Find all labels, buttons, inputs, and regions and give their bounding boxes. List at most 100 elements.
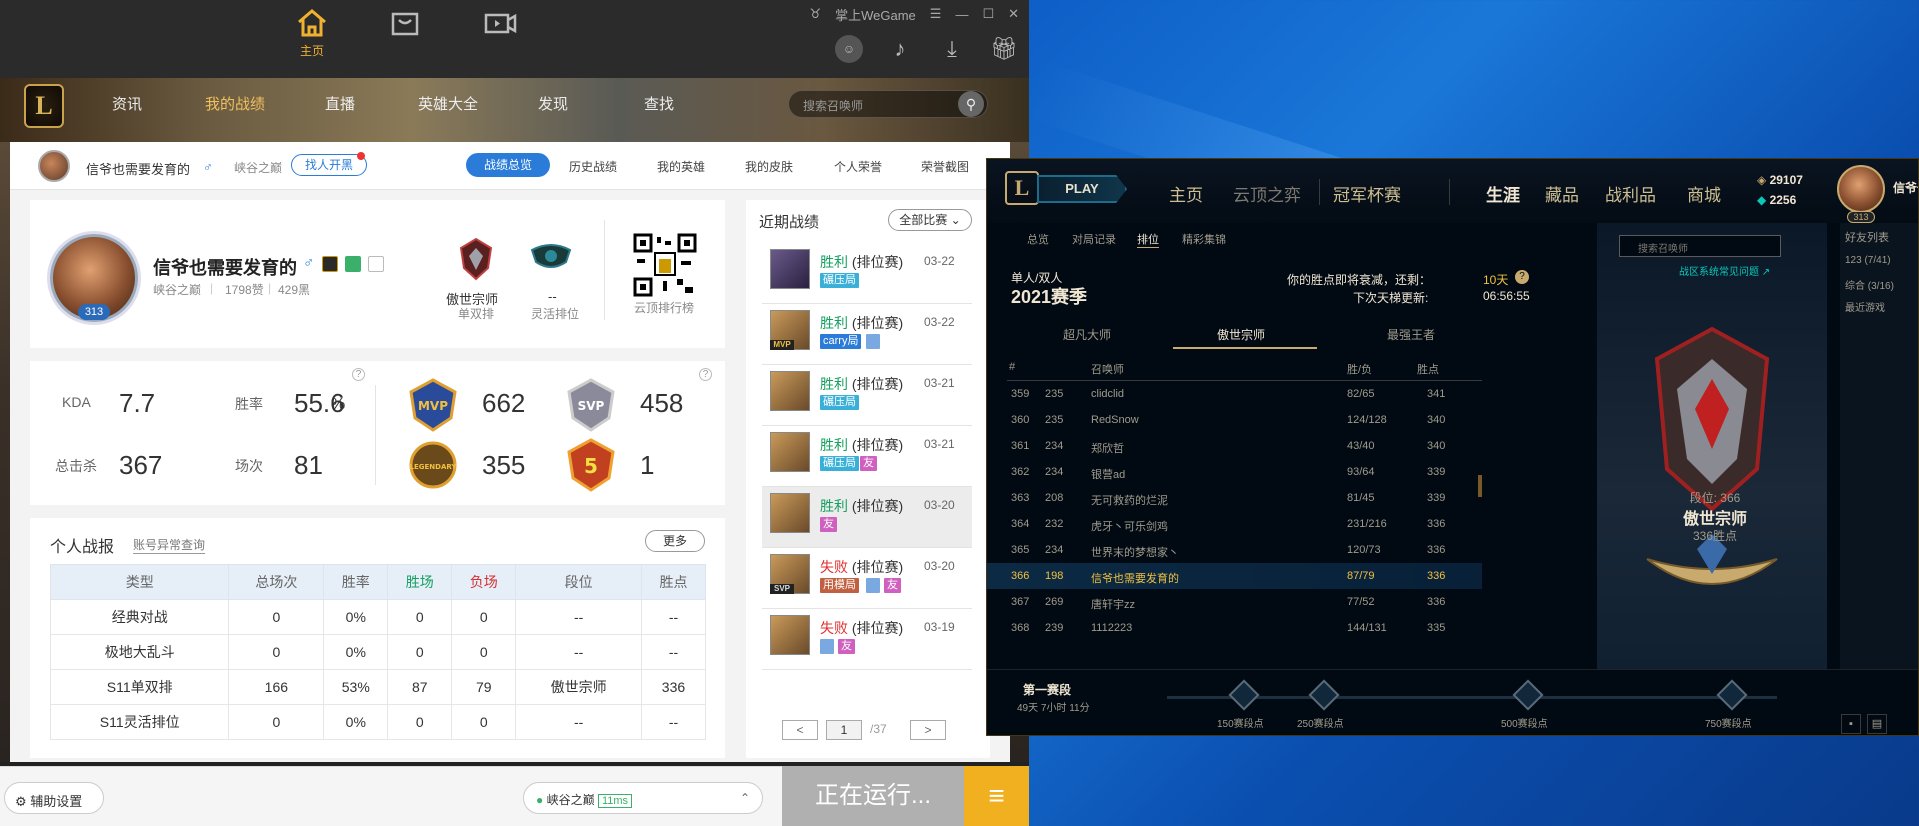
nav-tft[interactable]: 云顶之弈 [1233, 181, 1301, 206]
menu-icon[interactable]: ☰ [930, 6, 942, 22]
match-row[interactable]: 胜利 (排位赛) 03-20 友 [762, 487, 972, 548]
summoner-search-input[interactable]: 搜索召唤师 [1619, 235, 1781, 257]
chat-icon[interactable]: ▪ [1841, 714, 1861, 734]
col-lp: 胜点 [1417, 364, 1439, 376]
nav-live[interactable]: 直播 [325, 93, 355, 114]
table-row[interactable]: 360 235 RedSnow 124/128 340 [987, 407, 1482, 433]
table-row[interactable]: 363 208 无可救药的烂泥 81/45 339 [987, 485, 1482, 511]
table-row[interactable]: 364 232 虎牙丶可乐剑鸡 231/216 336 [987, 511, 1482, 537]
table-row-self[interactable]: 366 198 信爷也需要发育的 87/79 336 [987, 563, 1482, 589]
table-row[interactable]: 365 234 世界末的梦想家丶 120/73 336 [987, 537, 1482, 563]
play-button[interactable]: PLAY [1037, 175, 1127, 203]
friend-group[interactable]: 123 (7/41) [1845, 255, 1891, 266]
scrollbar[interactable] [1478, 475, 1482, 497]
tab-my-heroes[interactable]: 我的英雄 [657, 158, 705, 175]
more-button[interactable]: 更多 [645, 530, 705, 552]
tab-home[interactable]: 主页 [282, 8, 342, 59]
table-row[interactable]: 361 234 郑欣哲 43/40 340 [987, 433, 1482, 459]
missions-icon[interactable]: ▤ [1867, 714, 1887, 734]
assistant-icon[interactable]: ♪ [885, 34, 915, 64]
tab-my-skins[interactable]: 我的皮肤 [745, 158, 793, 175]
nav-worlds[interactable]: 冠军杯赛 [1333, 181, 1401, 206]
table-row[interactable]: 359 235 clidclid 82/65 341 [987, 381, 1482, 407]
nav-profile[interactable]: 生涯 [1486, 181, 1520, 206]
male-icon: ♂ [303, 254, 315, 271]
match-filter-dropdown[interactable]: 全部比赛 ⌄ [888, 209, 972, 231]
friend-group[interactable]: 最近游戏 [1845, 299, 1885, 314]
tab-overview[interactable]: 战绩总览 [466, 153, 550, 177]
tab-history[interactable]: 历史战绩 [569, 158, 617, 175]
tier-challenger[interactable]: 最强王者 [1387, 326, 1435, 343]
report-title: 个人战报 [50, 539, 115, 556]
nav-search[interactable]: 查找 [644, 93, 674, 114]
nav-heroes[interactable]: 英雄大全 [418, 93, 478, 114]
tab-ranked[interactable]: 排位 [1137, 231, 1159, 248]
maximize-icon[interactable]: ☐ [982, 6, 994, 22]
table-row[interactable]: 368 239 1112223 144/131 335 [987, 615, 1482, 641]
match-result-text: 胜利 [820, 498, 848, 514]
running-status: 正在运行... [782, 766, 964, 826]
download-icon[interactable]: ⤓ [937, 34, 967, 64]
nav-collection[interactable]: 藏品 [1545, 181, 1579, 206]
tab-honor-screens[interactable]: 荣誉截图 [921, 158, 969, 175]
close-icon[interactable]: ✕ [1008, 6, 1019, 22]
faq-link[interactable]: 战区系统常见问题 ↗ [1679, 263, 1770, 278]
segment-track [1167, 696, 1777, 699]
nav-news[interactable]: 资讯 [112, 93, 142, 114]
nav-my-record[interactable]: 我的战绩 [205, 93, 265, 114]
assist-settings-button[interactable]: ⚙ 辅助设置 [4, 782, 104, 814]
friend-group[interactable]: 综合 (3/16) [1845, 277, 1894, 292]
svp-count: 458 [640, 388, 684, 418]
help-icon[interactable]: ? [699, 368, 712, 381]
match-row[interactable]: 胜利 (排位赛) 03-21 碾压局 [762, 365, 972, 426]
table-row[interactable]: 362 234 银营ad 93/64 339 [987, 459, 1482, 485]
minimize-icon[interactable]: — [955, 7, 968, 22]
cell-lp: 336 [1427, 518, 1446, 530]
match-row[interactable]: 胜利 (排位赛) 03-22 碾压局 [762, 243, 972, 304]
tab-match-history[interactable]: 对局记录 [1072, 231, 1116, 247]
search-icon[interactable]: ⚲ [958, 91, 984, 117]
nav-store[interactable]: 商城 [1687, 181, 1721, 206]
cell-lp: 340 [1427, 440, 1446, 452]
gift-icon[interactable]: 🎁︎ [989, 34, 1019, 64]
help-icon[interactable]: ? [352, 368, 365, 381]
find-team-button[interactable]: 找人开黑 [291, 154, 367, 176]
page-input[interactable]: 1 [826, 720, 862, 740]
match-row[interactable]: 失败 (排位赛) 03-19 友 [762, 609, 972, 670]
tab-honors[interactable]: 个人荣誉 [834, 158, 882, 175]
cell-wl: 77/52 [1347, 596, 1375, 608]
avatar[interactable] [1837, 165, 1885, 213]
friends-title: 好友列表 [1845, 232, 1889, 244]
nav-home[interactable]: 主页 [1169, 181, 1203, 206]
user-avatar-icon[interactable]: ☺ [835, 35, 863, 63]
tier-master[interactable]: 超凡大师 [1063, 326, 1111, 343]
next-page-button[interactable]: > [910, 720, 946, 740]
tab-highlights[interactable]: 精彩集锦 [1182, 231, 1226, 247]
avatar[interactable] [38, 150, 70, 182]
nav-loot[interactable]: 战利品 [1605, 181, 1656, 206]
qr-code-icon[interactable] [633, 233, 697, 297]
prev-page-button[interactable]: < [782, 720, 818, 740]
rp-icon: ◈ [1757, 173, 1767, 187]
match-row[interactable]: SVP 失败 (排位赛) 03-20 用模局 友 [762, 548, 972, 609]
match-row[interactable]: MVP 胜利 (排位赛) 03-22 carry局 [762, 304, 972, 365]
help-icon[interactable]: ? [1515, 270, 1529, 284]
anomaly-link[interactable]: 账号异常查询 [133, 536, 206, 554]
table-row[interactable]: 367 269 唐轩宇zz 77/52 336 [987, 589, 1482, 615]
lol-logo-icon[interactable]: L [24, 84, 64, 128]
server-selector[interactable]: ● 峡谷之巅 11ms ⌃ [523, 782, 763, 814]
rank-flex-name: -- [548, 289, 557, 304]
tab-video[interactable] [470, 8, 530, 42]
tab-overview[interactable]: 总览 [1027, 231, 1049, 247]
cell-level: 269 [1045, 596, 1064, 608]
cell-name: 郑欣哲 [1091, 443, 1124, 455]
grandmaster-rank-icon [459, 237, 493, 281]
cell-name: 世界末的梦想家丶 [1091, 547, 1179, 559]
hamburger-menu-icon[interactable]: ≡ [964, 766, 1029, 826]
tier-grandmaster[interactable]: 傲世宗师 [1217, 326, 1265, 343]
nav-discover[interactable]: 发现 [538, 93, 568, 114]
tab-store[interactable] [375, 8, 435, 42]
match-row[interactable]: 胜利 (排位赛) 03-21 碾压局 友 [762, 426, 972, 487]
rank-points: 336胜点 [1692, 529, 1738, 543]
cell-rank: 366 [1011, 570, 1030, 582]
